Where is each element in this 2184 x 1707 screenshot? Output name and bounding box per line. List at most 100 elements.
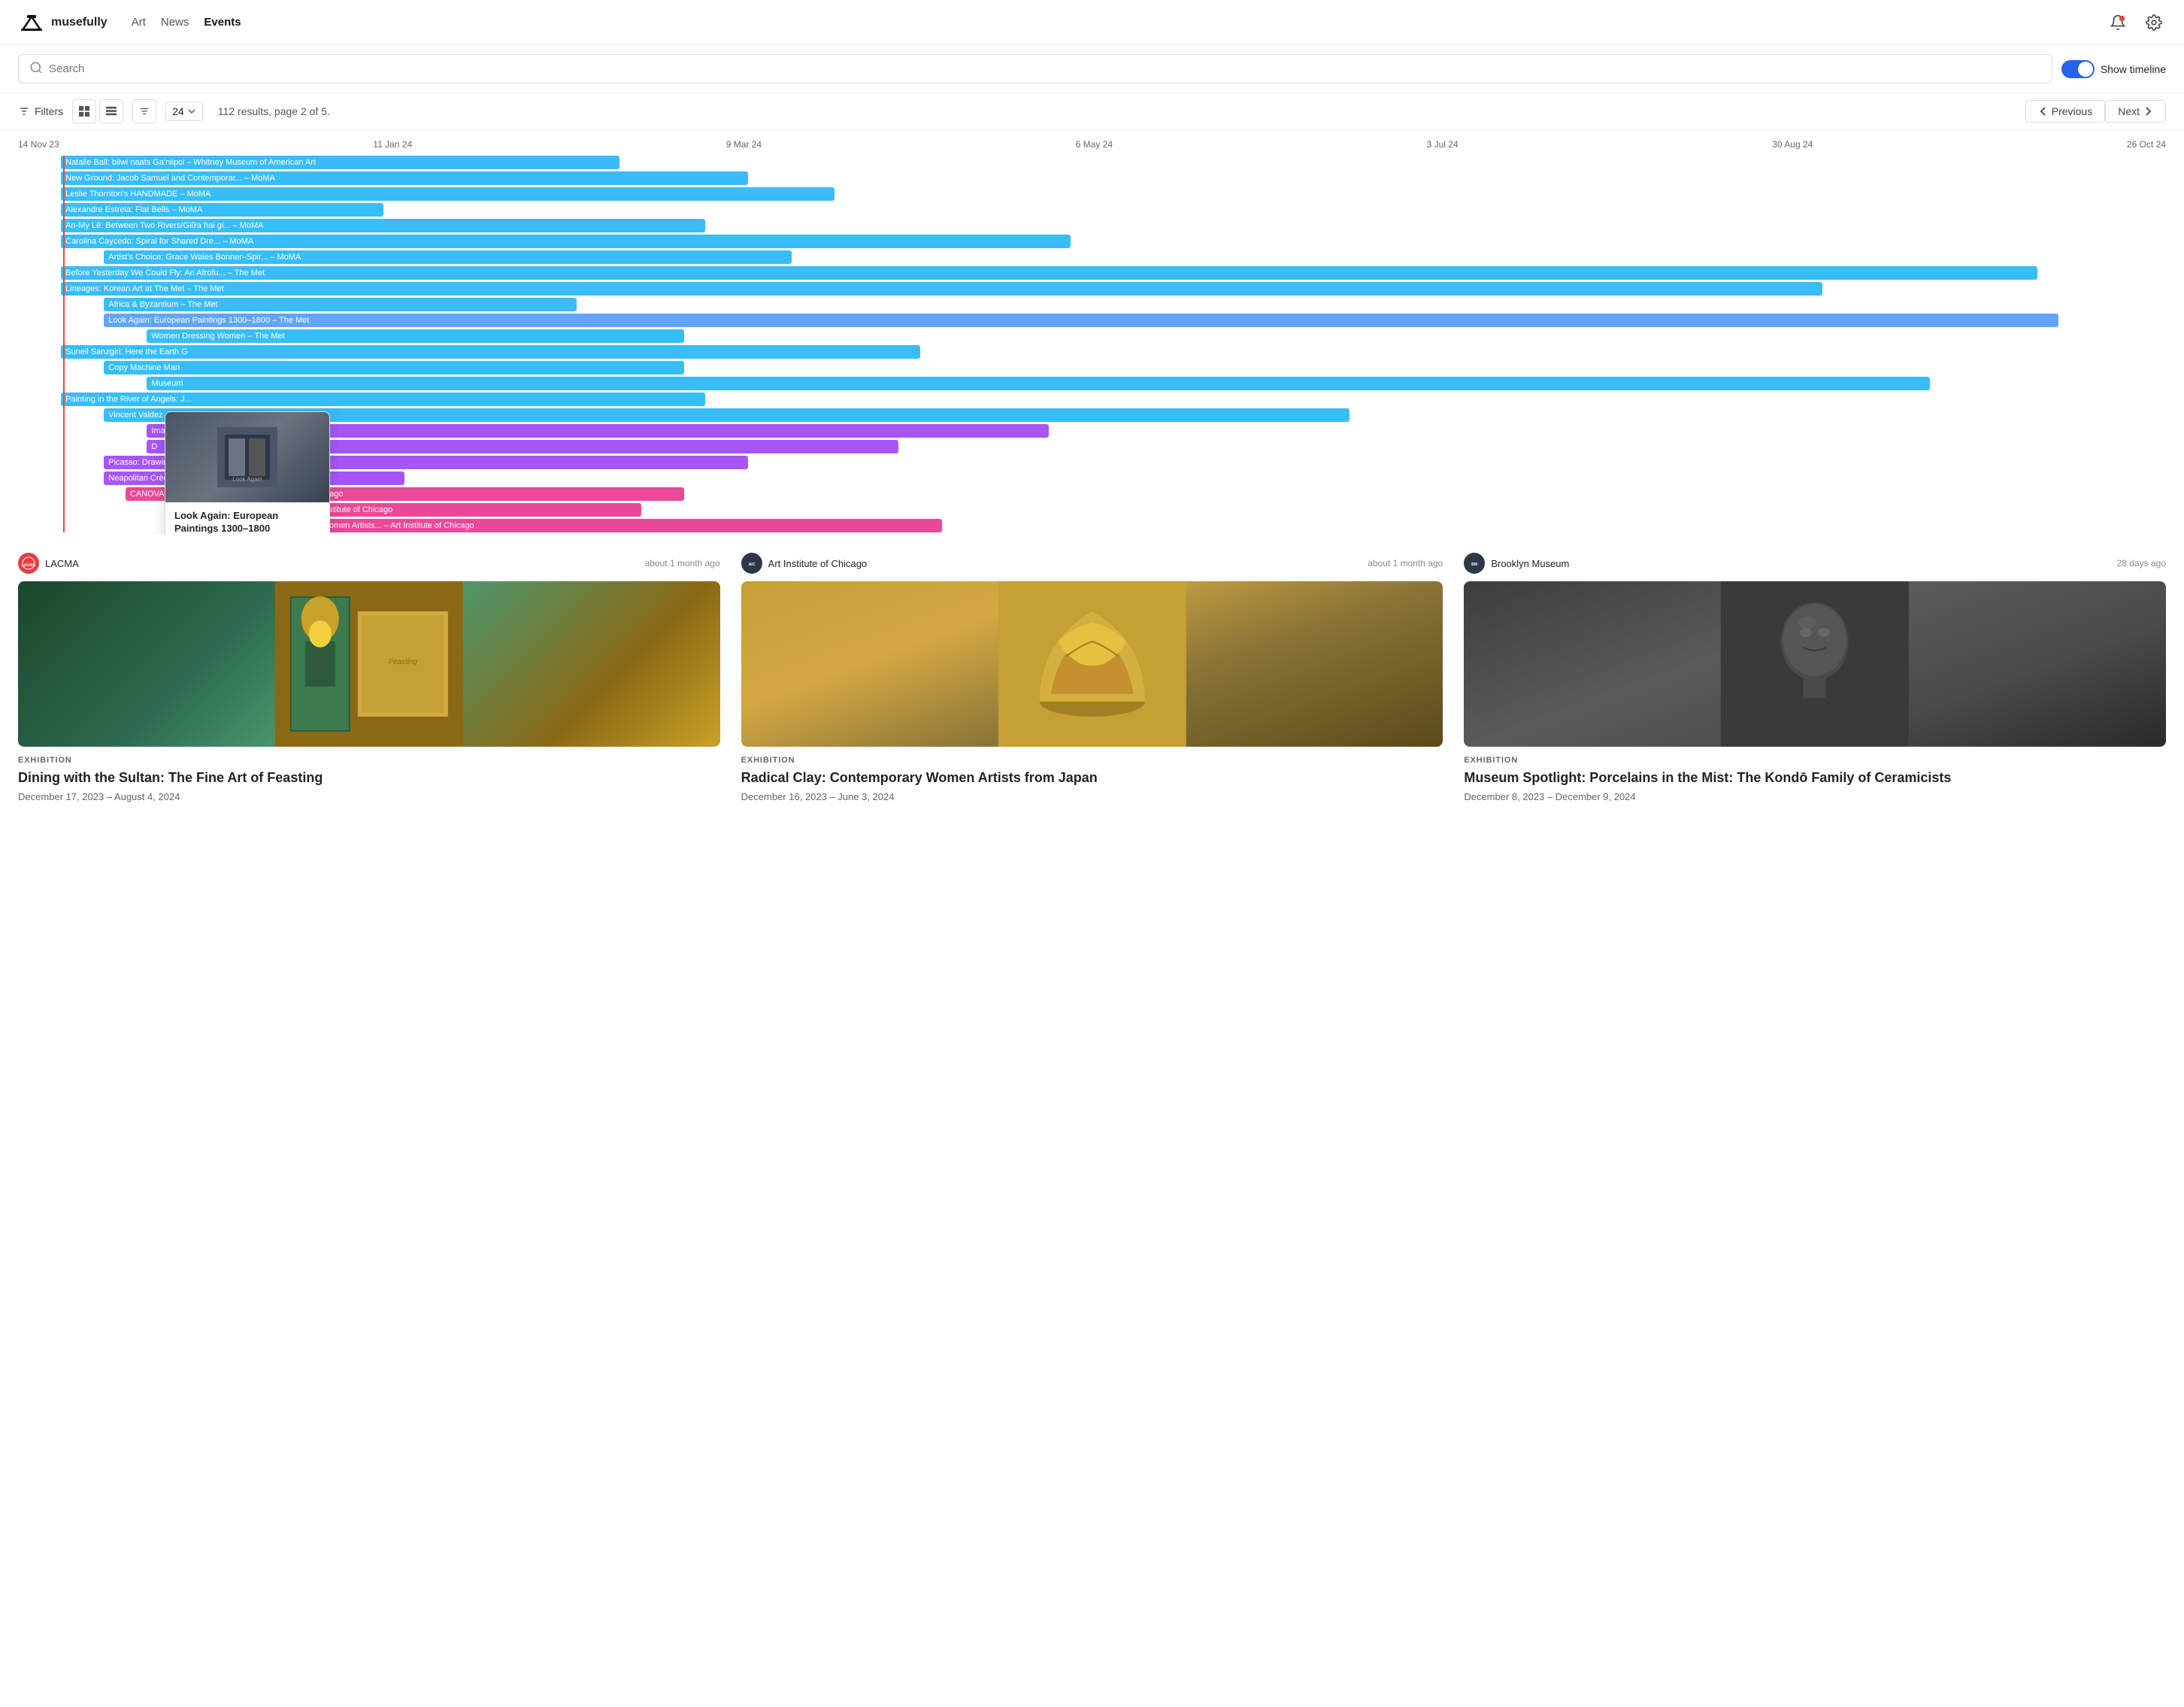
timeline-bar[interactable]: Natalie Ball: bilwi naats Ga'niipci – Wh… — [61, 156, 619, 169]
tooltip-title: Look Again: European Paintings 1300–1800 — [174, 510, 320, 535]
card-image-brooklyn — [1464, 581, 2166, 747]
timeline-bar[interactable]: Women Dressing Women – The Met — [147, 329, 683, 343]
current-time-line — [63, 156, 65, 532]
toolbar: Filters 24 112 results, page 2 of 5. — [0, 93, 2184, 130]
card-title-aic: Radical Clay: Contemporary Women Artists… — [741, 769, 1443, 787]
exhibition-card-brooklyn[interactable]: BM Brooklyn Museum 28 days ago — [1464, 553, 2166, 802]
card-museum-brooklyn: BM Brooklyn Museum — [1464, 553, 1569, 574]
cards-grid: LACMA LACMA about 1 month ago — [18, 553, 2166, 802]
toggle-label: Show timeline — [2101, 63, 2166, 75]
search-input[interactable] — [49, 62, 2041, 75]
event-tooltip: Look Again Look Again: European Painting… — [165, 411, 330, 535]
timeline-bar[interactable]: Artist's Choice: Grace Wales Bonner–Spir… — [104, 250, 791, 264]
card-art-aic — [741, 581, 1443, 747]
timeline-bar[interactable]: Leslie Thornton's HANDMADE – MoMA — [61, 187, 835, 201]
search-input-wrap[interactable] — [18, 54, 2052, 83]
search-bar: Show timeline — [0, 45, 2184, 93]
timeline-bar-look-again[interactable]: Look Again: European Paintings 1300–1800… — [104, 314, 2058, 327]
nav-right — [2106, 11, 2166, 35]
grid-view-button[interactable] — [72, 99, 96, 123]
timeline-section: 14 Nov 23 11 Jan 24 9 Mar 24 6 May 24 3 … — [0, 130, 2184, 535]
aic-badge-icon: AIC — [745, 556, 759, 570]
date-2: 9 Mar 24 — [726, 139, 762, 150]
timeline-bar[interactable]: Carolina Caycedo: Spiral for Shared Dre.… — [61, 235, 1071, 248]
timeline-bar[interactable]: Museum — [147, 377, 1929, 390]
nav-events[interactable]: Events — [204, 16, 241, 29]
svg-text:LACMA: LACMA — [22, 563, 35, 568]
svg-text:Feasting: Feasting — [389, 658, 418, 666]
museum-badge-brooklyn: BM — [1464, 553, 1485, 574]
timeline-bar[interactable]: Alexandre Estrela: Flat Bells – MoMA — [61, 203, 383, 217]
timeline-bar[interactable]: Lineages: Korean Art at The Met – The Me… — [61, 282, 1822, 296]
logo[interactable]: musefully — [18, 9, 108, 36]
timeline-toggle[interactable] — [2061, 60, 2095, 78]
date-6: 26 Oct 24 — [2127, 139, 2166, 150]
card-dates-brooklyn: December 8, 2023 – December 9, 2024 — [1464, 791, 2166, 802]
next-label: Next — [2118, 105, 2140, 117]
exhibition-card-lacma[interactable]: LACMA LACMA about 1 month ago — [18, 553, 720, 802]
card-image-aic — [741, 581, 1443, 747]
exhibition-card-aic[interactable]: AIC Art Institute of Chicago about 1 mon… — [741, 553, 1443, 802]
card-time-brooklyn: 28 days ago — [2117, 558, 2166, 568]
previous-button[interactable]: Previous — [2025, 100, 2105, 123]
museum-badge-aic: AIC — [741, 553, 762, 574]
toggle-wrap: Show timeline — [2061, 60, 2166, 78]
logo-icon — [18, 9, 45, 36]
timeline-dates: 14 Nov 23 11 Jan 24 9 Mar 24 6 May 24 3 … — [18, 136, 2166, 156]
lacma-badge-icon: LACMA — [22, 556, 35, 570]
card-header-lacma: LACMA LACMA about 1 month ago — [18, 553, 720, 574]
card-header-aic: AIC Art Institute of Chicago about 1 mon… — [741, 553, 1443, 574]
card-art-brooklyn — [1464, 581, 2166, 747]
sort-button[interactable] — [132, 99, 156, 123]
filter-button[interactable]: Filters — [18, 105, 63, 117]
chevron-right-icon — [2143, 106, 2153, 117]
pagination: Previous Next — [2025, 100, 2166, 123]
date-5: 30 Aug 24 — [1772, 139, 1813, 150]
next-button[interactable]: Next — [2105, 100, 2166, 123]
timeline-bar[interactable]: An-My Lê: Between Two Rivers/Giữa hai gi… — [61, 219, 705, 232]
main-nav: musefully Art News Events — [0, 0, 2184, 45]
brooklyn-art — [1464, 581, 2166, 747]
timeline-bar[interactable]: Painting in the River of Angels: J... — [61, 393, 705, 406]
date-0: 14 Nov 23 — [18, 139, 59, 150]
chevron-down-icon — [187, 107, 196, 116]
cards-section: LACMA LACMA about 1 month ago — [0, 535, 2184, 820]
timeline-bar[interactable]: Copy Machine Man — [104, 361, 683, 374]
aic-art — [741, 581, 1443, 747]
card-museum-lacma: LACMA LACMA — [18, 553, 79, 574]
card-title-brooklyn: Museum Spotlight: Porcelains in the Mist… — [1464, 769, 2166, 787]
settings-icon[interactable] — [2142, 11, 2166, 35]
view-buttons — [72, 99, 123, 123]
timeline-bar[interactable]: Suneil Sanzgiri: Here the Earth G — [61, 345, 920, 359]
timeline-bar[interactable]: Before Yesterday We Could Fly: An Afrofu… — [61, 266, 2037, 280]
per-page-selector[interactable]: 24 — [165, 102, 203, 121]
card-time-aic: about 1 month ago — [1368, 558, 1443, 568]
svg-text:BM: BM — [1471, 562, 1477, 567]
card-image-lacma: Feasting — [18, 581, 720, 747]
museum-name-aic: Art Institute of Chicago — [768, 558, 868, 569]
date-3: 6 May 24 — [1076, 139, 1113, 150]
svg-text:Look Again: Look Again — [232, 476, 262, 483]
notification-icon[interactable] — [2106, 11, 2130, 35]
per-page-value: 24 — [172, 105, 184, 117]
date-1: 11 Jan 24 — [373, 139, 412, 150]
card-dates-lacma: December 17, 2023 – August 4, 2024 — [18, 791, 720, 802]
list-view-button[interactable] — [99, 99, 123, 123]
nav-art[interactable]: Art — [132, 16, 146, 29]
previous-label: Previous — [2052, 105, 2092, 117]
nav-links: Art News Events — [132, 16, 241, 29]
timeline-bar[interactable]: New Ground: Jacob Samuel and Contemporar… — [61, 171, 748, 185]
timeline-bar-africa-byzantium[interactable]: Africa & Byzantium – The Met — [104, 298, 577, 311]
card-time-lacma: about 1 month ago — [645, 558, 720, 568]
card-museum-aic: AIC Art Institute of Chicago — [741, 553, 868, 574]
tooltip-art-icon: Look Again — [217, 427, 277, 487]
tooltip-image: Look Again — [165, 412, 329, 502]
lacma-art: Feasting — [18, 581, 720, 747]
nav-news[interactable]: News — [161, 16, 189, 29]
tooltip-body: Look Again: European Paintings 1300–1800… — [165, 502, 329, 535]
card-header-brooklyn: BM Brooklyn Museum 28 days ago — [1464, 553, 2166, 574]
card-art-lacma: Feasting — [18, 581, 720, 747]
card-dates-aic: December 16, 2023 – June 3, 2024 — [741, 791, 1443, 802]
search-icon — [29, 61, 43, 77]
date-4: 3 Jul 24 — [1427, 139, 1459, 150]
